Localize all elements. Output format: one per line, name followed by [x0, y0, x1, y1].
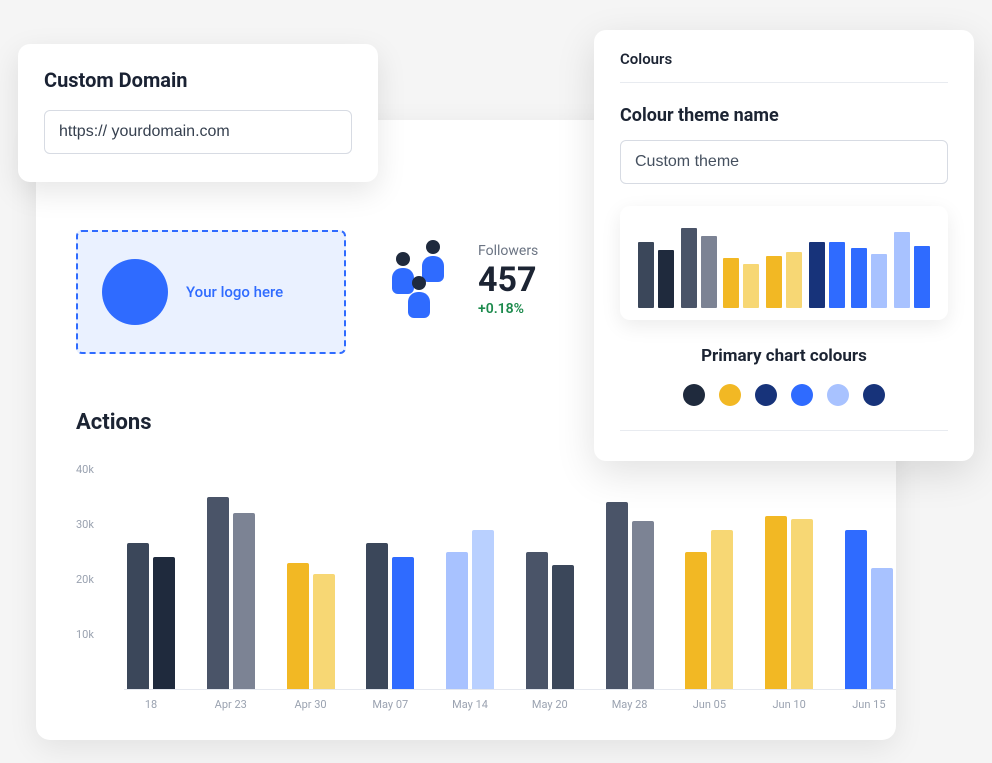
bar [552, 565, 574, 689]
followers-count: 457 [478, 261, 538, 300]
colour-swatch[interactable] [683, 384, 705, 406]
preview-bar [894, 232, 910, 308]
x-axis-label: Apr 23 [204, 698, 258, 711]
bar-group [363, 543, 417, 689]
logo-placeholder-circle [102, 259, 168, 325]
colour-swatch[interactable] [719, 384, 741, 406]
x-axis-label: May 07 [363, 698, 417, 711]
colours-panel-title: Colours [620, 50, 948, 83]
bar [632, 521, 654, 689]
bar [472, 530, 494, 690]
bar [791, 519, 813, 690]
preview-bar [658, 250, 674, 308]
bar-group [842, 530, 896, 690]
primary-colours-title: Primary chart colours [620, 346, 948, 366]
followers-icon [386, 240, 456, 320]
preview-bar-group [851, 248, 887, 308]
colour-theme-label: Colour theme name [620, 105, 948, 126]
preview-bar [851, 248, 867, 308]
colour-swatch[interactable] [827, 384, 849, 406]
y-axis-tick: 10k [76, 628, 94, 641]
preview-bar [786, 252, 802, 308]
bar [392, 557, 414, 689]
x-axis-label: May 20 [523, 698, 577, 711]
preview-bar-group [681, 228, 717, 308]
y-axis-tick: 20k [76, 573, 94, 586]
colour-preview-card [620, 206, 948, 320]
custom-domain-card: Custom Domain [18, 44, 378, 182]
custom-domain-input[interactable] [44, 110, 352, 154]
x-axis-label: Jun 15 [842, 698, 896, 711]
bar [765, 516, 787, 689]
bar [606, 502, 628, 689]
bar [446, 552, 468, 690]
preview-bar [809, 242, 825, 308]
bar-group [682, 530, 736, 690]
preview-bar-group [766, 252, 802, 308]
bar [711, 530, 733, 690]
preview-bar [743, 264, 759, 308]
x-axis-label: Jun 10 [762, 698, 816, 711]
preview-bar [723, 258, 739, 308]
colour-swatch[interactable] [863, 384, 885, 406]
bar-group [762, 516, 816, 689]
bar [233, 513, 255, 689]
preview-bar [829, 242, 845, 308]
x-axis-label: Jun 05 [682, 698, 736, 711]
preview-bar [638, 242, 654, 308]
y-axis-tick: 40k [76, 463, 94, 476]
preview-bar [681, 228, 697, 308]
x-axis-label: Apr 30 [284, 698, 338, 711]
preview-bar [914, 246, 930, 308]
preview-bar [701, 236, 717, 308]
x-axis-label: 18 [124, 698, 178, 711]
followers-widget: Followers 457 +0.18% [386, 240, 538, 320]
bar-group [523, 552, 577, 690]
custom-domain-title: Custom Domain [44, 68, 352, 92]
x-axis-label: May 28 [603, 698, 657, 711]
logo-dropzone[interactable]: Your logo here [76, 230, 346, 354]
actions-chart: 10k20k30k40k 18Apr 23Apr 30May 07May 14M… [76, 470, 896, 730]
bar [871, 568, 893, 689]
bar [313, 574, 335, 690]
preview-bar-group [894, 232, 930, 308]
bar [526, 552, 548, 690]
preview-bar-group [638, 242, 674, 308]
y-axis-tick: 30k [76, 518, 94, 531]
bar [207, 497, 229, 690]
logo-placeholder-text: Your logo here [186, 283, 283, 301]
preview-bar [766, 256, 782, 308]
bar-group [204, 497, 258, 690]
bar-group [284, 563, 338, 690]
preview-bar [871, 254, 887, 308]
x-axis-label: May 14 [443, 698, 497, 711]
colour-theme-input[interactable] [620, 140, 948, 184]
actions-chart-title: Actions [76, 410, 152, 435]
bar-group [603, 502, 657, 689]
followers-delta: +0.18% [478, 301, 538, 317]
bar [366, 543, 388, 689]
bar-group [124, 543, 178, 689]
colours-panel: Colours Colour theme name Primary chart … [594, 30, 974, 461]
bar-group [443, 530, 497, 690]
bar [153, 557, 175, 689]
bar [287, 563, 309, 690]
bar [845, 530, 867, 690]
followers-label: Followers [478, 243, 538, 259]
preview-bar-group [723, 258, 759, 308]
preview-bar-group [809, 242, 845, 308]
colour-swatch[interactable] [755, 384, 777, 406]
bar [685, 552, 707, 690]
colour-swatch[interactable] [791, 384, 813, 406]
bar [127, 543, 149, 689]
